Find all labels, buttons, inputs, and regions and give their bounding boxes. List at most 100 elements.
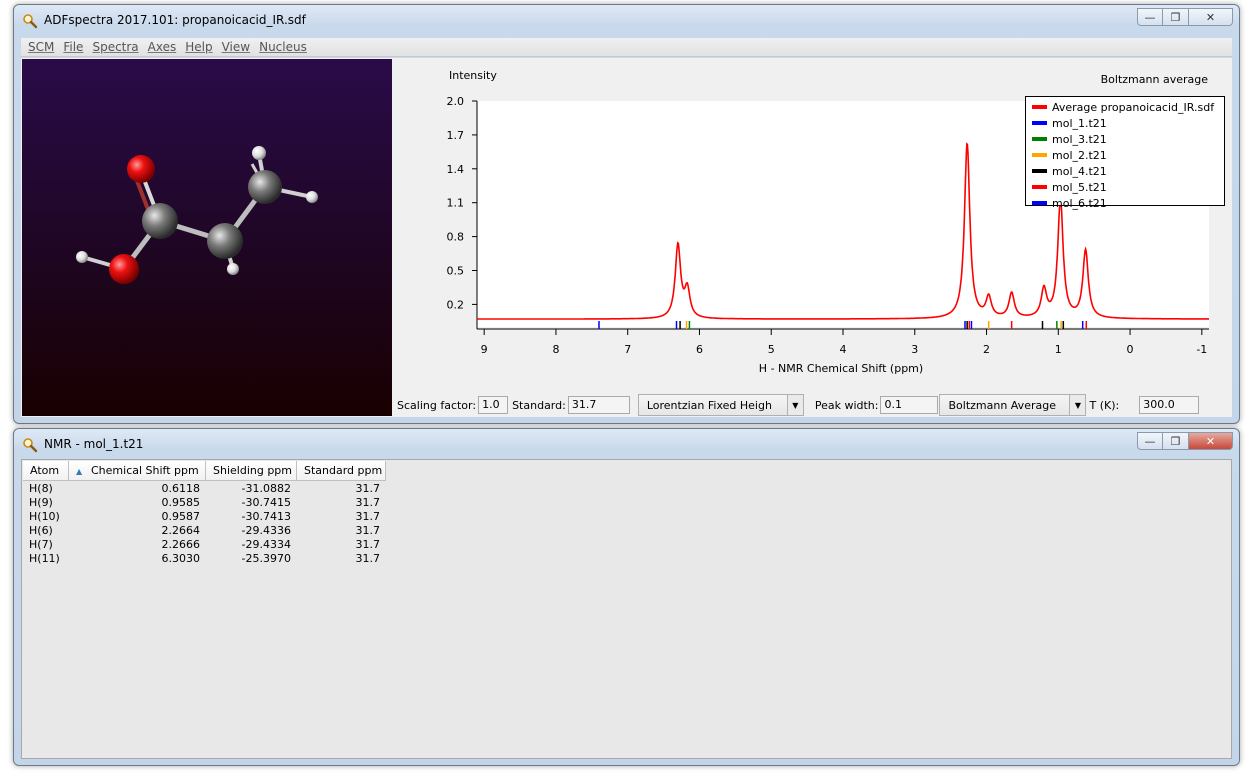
table-row[interactable]: H(11) 6.3030 -25.3970 31.7 [23, 552, 386, 566]
header-boltzmann-average: Boltzmann average [1101, 73, 1209, 86]
menu-nucleus[interactable]: Nucleus [259, 40, 307, 54]
menu-spectra[interactable]: Spectra [92, 40, 138, 54]
cell-chemical-shift: 0.9587 [161, 510, 201, 523]
chart-legend: Average propanoicacid_IR.sdf mol_1.t21 m… [1025, 96, 1225, 210]
legend-swatch [1032, 201, 1047, 205]
scaling-factor-input[interactable]: 1.0 [478, 396, 509, 414]
averaging-select[interactable]: Boltzmann Average ▼ [939, 394, 1087, 416]
y-tick-label: 0.8 [447, 231, 465, 244]
chevron-down-icon[interactable]: ▼ [1069, 395, 1086, 415]
legend-swatch [1032, 137, 1047, 141]
y-tick-label: 0.2 [447, 298, 465, 311]
maximize-button[interactable]: ❐ [1163, 432, 1189, 450]
window-controls: — ❐ ✕ [1137, 8, 1233, 26]
minimize-button[interactable]: — [1137, 432, 1163, 450]
cell-chemical-shift: 2.2666 [161, 538, 201, 551]
table-header: Atom ▲ Chemical Shift ppm Shielding ppm … [23, 461, 386, 481]
magnifier-icon [23, 14, 38, 29]
x-tick-label: -1 [1196, 343, 1207, 356]
legend-item: mol_3.t21 [1032, 131, 1218, 147]
spectrum-plot-area[interactable]: Intensity Boltzmann average H - NMR Chem… [394, 58, 1232, 392]
temperature-input[interactable]: 300.0 [1139, 396, 1200, 414]
column-header-shielding[interactable]: Shielding ppm [206, 461, 297, 481]
lineshape-select[interactable]: Lorentzian Fixed Heigh ▼ [637, 394, 804, 416]
peak-width-input[interactable]: 0.1 [880, 396, 939, 414]
legend-swatch [1032, 153, 1047, 157]
nmr-titlebar[interactable]: NMR - mol_1.t21 — ❐ ✕ [14, 429, 1239, 459]
cell-standard: 31.7 [355, 552, 381, 565]
column-header-atom[interactable]: Atom [23, 461, 69, 481]
y-axis-title: Intensity [449, 69, 497, 82]
table-row[interactable]: H(8) 0.6118 -31.0882 31.7 [23, 482, 386, 496]
legend-swatch [1032, 169, 1047, 173]
peak-width-label: Peak width: [814, 398, 879, 412]
table-body: H(8) 0.6118 -31.0882 31.7 H(9) 0.9585 -3… [23, 482, 386, 566]
legend-swatch [1032, 185, 1047, 189]
averaging-value: Boltzmann Average [948, 398, 1056, 412]
column-header-chemical-shift-label: Chemical Shift ppm [91, 464, 199, 477]
scaling-factor-label: Scaling factor: [397, 398, 477, 412]
legend-label: mol_6.t21 [1052, 196, 1107, 210]
menu-help[interactable]: Help [185, 40, 212, 54]
x-tick-label: 5 [768, 343, 775, 356]
cell-standard: 31.7 [355, 482, 381, 495]
standard-input[interactable]: 31.7 [567, 396, 630, 414]
close-icon: ✕ [1205, 434, 1216, 448]
x-tick-label: 4 [840, 343, 847, 356]
maximize-button[interactable]: ❐ [1163, 8, 1189, 26]
molecule-3d-view[interactable] [22, 59, 392, 416]
chevron-down-icon[interactable]: ▼ [786, 395, 803, 415]
cell-shielding: -30.7413 [241, 510, 291, 523]
nmr-table: Atom ▲ Chemical Shift ppm Shielding ppm … [21, 459, 1232, 759]
main-titlebar[interactable]: ADFspectra 2017.101: propanoicacid_IR.sd… [14, 5, 1239, 35]
menu-file[interactable]: File [63, 40, 83, 54]
menu-view[interactable]: View [222, 40, 250, 54]
minimize-button[interactable]: — [1137, 8, 1163, 26]
y-tick-label: 1.4 [447, 163, 465, 176]
cell-chemical-shift: 0.9585 [161, 496, 201, 509]
sort-ascending-icon: ▲ [76, 467, 83, 476]
table-row[interactable]: H(7) 2.2666 -29.4334 31.7 [23, 538, 386, 552]
close-button[interactable]: ✕ [1189, 432, 1233, 450]
lineshape-value: Lorentzian Fixed Heigh [646, 398, 772, 412]
x-tick-label: 1 [1055, 343, 1062, 356]
x-tick-label: 6 [696, 343, 703, 356]
table-row[interactable]: H(9) 0.9585 -30.7415 31.7 [23, 496, 386, 510]
close-button[interactable]: ✕ [1189, 8, 1233, 26]
cell-shielding: -29.4336 [241, 524, 291, 537]
legend-swatch [1032, 121, 1047, 125]
main-window: ADFspectra 2017.101: propanoicacid_IR.sd… [13, 4, 1240, 424]
cell-atom: H(9) [29, 496, 53, 509]
menu-axes[interactable]: Axes [148, 40, 177, 54]
minimize-icon: — [1144, 10, 1156, 24]
cell-standard: 31.7 [355, 496, 381, 509]
legend-swatch [1032, 105, 1047, 109]
legend-item: mol_6.t21 [1032, 195, 1218, 211]
x-tick-label: 3 [911, 343, 918, 356]
legend-label: Average propanoicacid_IR.sdf [1052, 100, 1215, 114]
temperature-label: T (K): [1089, 398, 1120, 412]
x-tick-label: 2 [983, 343, 990, 356]
legend-label: mol_3.t21 [1052, 132, 1107, 146]
table-row[interactable]: H(10) 0.9587 -30.7413 31.7 [23, 510, 386, 524]
cell-chemical-shift: 6.3030 [161, 552, 201, 565]
propanoic-acid-molecule [76, 146, 318, 284]
column-header-standard[interactable]: Standard ppm [297, 461, 386, 481]
standard-label: Standard: [512, 398, 566, 412]
minimize-icon: — [1144, 434, 1156, 448]
legend-label: mol_2.t21 [1052, 148, 1107, 162]
cell-chemical-shift: 2.2664 [161, 524, 201, 537]
column-header-chemical-shift[interactable]: ▲ Chemical Shift ppm [69, 461, 206, 481]
x-axis: 9 8 7 6 5 4 3 2 1 0 -1 [477, 328, 1209, 356]
legend-item: mol_4.t21 [1032, 163, 1218, 179]
menu-scm[interactable]: SCM [28, 40, 54, 54]
nmr-window-title: NMR - mol_1.t21 [44, 437, 144, 451]
maximize-icon: ❐ [1170, 10, 1181, 24]
x-tick-label: 8 [552, 343, 559, 356]
nmr-window: NMR - mol_1.t21 — ❐ ✕ Atom ▲ Chemical Sh… [13, 428, 1240, 766]
x-tick-label: 9 [481, 343, 488, 356]
legend-item: Average propanoicacid_IR.sdf [1032, 99, 1218, 115]
table-row[interactable]: H(6) 2.2664 -29.4336 31.7 [23, 524, 386, 538]
cell-shielding: -25.3970 [241, 552, 291, 565]
cell-shielding: -31.0882 [241, 482, 291, 495]
